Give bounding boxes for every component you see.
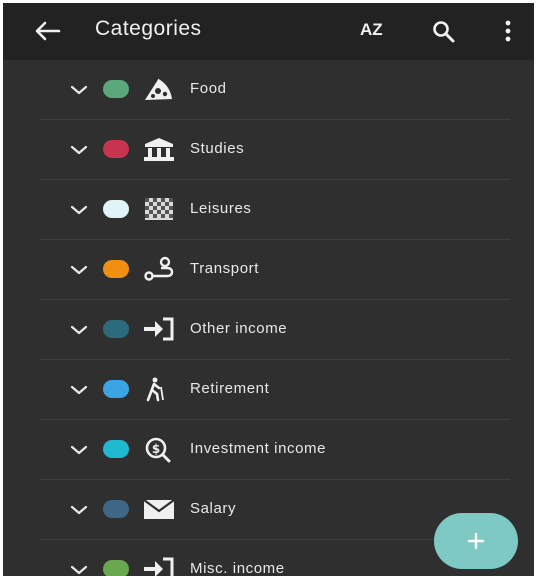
chevron-down-icon[interactable] (70, 444, 88, 456)
category-color-dot (103, 440, 129, 458)
plus-icon (467, 532, 485, 550)
category-label: Food (190, 80, 227, 97)
checkered-flag-icon (145, 198, 173, 220)
route-icon (144, 256, 174, 281)
more-vert-icon[interactable] (501, 19, 515, 43)
add-category-button[interactable] (434, 513, 518, 569)
svg-text:$: $ (152, 442, 160, 456)
category-color-dot (103, 140, 129, 158)
category-color-dot (103, 500, 129, 518)
pizza-icon (145, 77, 174, 100)
chevron-down-icon[interactable] (70, 324, 88, 336)
sort-az-button[interactable]: AZ (360, 20, 383, 40)
envelope-icon (143, 499, 175, 519)
bank-building-icon (144, 138, 174, 161)
chevron-down-icon[interactable] (70, 564, 88, 576)
category-label: Salary (190, 500, 237, 517)
login-arrow-icon (144, 317, 174, 341)
category-row[interactable]: Retirement (3, 360, 534, 420)
category-label: Other income (190, 320, 288, 337)
chevron-down-icon[interactable] (70, 84, 88, 96)
page-title: Categories (95, 17, 202, 40)
category-label: Transport (190, 260, 260, 277)
money-search-icon: $ (145, 437, 171, 463)
category-color-dot (103, 320, 129, 338)
category-label: Retirement (190, 380, 270, 397)
category-row[interactable]: Transport (3, 240, 534, 300)
chevron-down-icon[interactable] (70, 204, 88, 216)
chevron-down-icon[interactable] (70, 384, 88, 396)
app-screen: Categories AZ Food Studies Leisures Tran… (3, 3, 534, 576)
category-color-dot (103, 200, 129, 218)
category-label: Misc. income (190, 560, 285, 576)
category-label: Studies (190, 140, 245, 157)
category-row[interactable]: Food (3, 60, 534, 120)
app-bar: Categories AZ (3, 3, 534, 60)
search-icon[interactable] (431, 20, 457, 44)
category-row[interactable]: Other income (3, 300, 534, 360)
elderly-walking-icon (146, 377, 164, 402)
category-row[interactable]: Studies (3, 120, 534, 180)
chevron-down-icon[interactable] (70, 264, 88, 276)
login-arrow-icon (144, 557, 174, 576)
category-label: Investment income (190, 440, 327, 457)
category-row[interactable]: $ Investment income (3, 420, 534, 480)
chevron-down-icon[interactable] (70, 144, 88, 156)
category-label: Leisures (190, 200, 252, 217)
chevron-down-icon[interactable] (70, 504, 88, 516)
category-color-dot (103, 260, 129, 278)
category-row[interactable]: Leisures (3, 180, 534, 240)
back-arrow-icon[interactable] (33, 19, 61, 43)
category-color-dot (103, 380, 129, 398)
category-color-dot (103, 80, 129, 98)
category-color-dot (103, 560, 129, 576)
